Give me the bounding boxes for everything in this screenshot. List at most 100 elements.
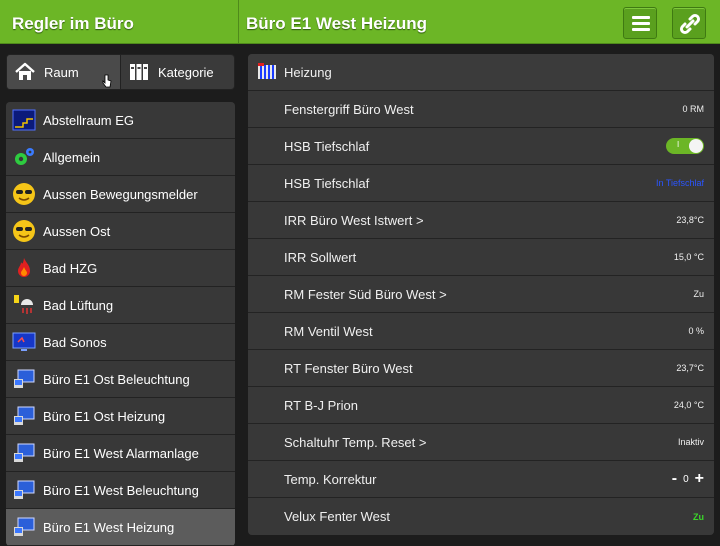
control-label: Schaltuhr Temp. Reset > bbox=[284, 434, 427, 450]
computer-icon bbox=[12, 441, 36, 465]
control-value: 0 RM bbox=[682, 104, 704, 114]
control-value: Inaktiv bbox=[677, 437, 704, 447]
control-value: Zu bbox=[693, 511, 704, 522]
control-row[interactable]: Velux Fenter West Zu bbox=[248, 498, 714, 535]
control-label: Velux Fenter West bbox=[284, 509, 390, 524]
gears-icon bbox=[12, 145, 36, 169]
control-label: Fenstergriff Büro West bbox=[284, 101, 414, 117]
stepper-value: 0 bbox=[683, 473, 689, 485]
room-item-abstellraum-eg[interactable]: Abstellraum EG bbox=[6, 102, 235, 139]
sidebar-filter: Raum Kategorie bbox=[6, 54, 235, 90]
control-value: 15,0 °C bbox=[673, 252, 704, 262]
control-row[interactable]: RT Fenster Büro West 23,7°C bbox=[248, 350, 714, 387]
room-tab[interactable]: Raum bbox=[7, 55, 120, 89]
room-item-label: Büro E1 West Heizung bbox=[43, 519, 175, 535]
control-label: RM Fester Süd Büro West > bbox=[284, 286, 447, 302]
category-header-label: Heizung bbox=[284, 64, 332, 80]
toggle-knob bbox=[689, 139, 703, 153]
computer-icon bbox=[12, 478, 36, 502]
sunglasses-smiley-icon bbox=[12, 219, 36, 243]
room-item-bad-sonos[interactable]: Bad Sonos bbox=[6, 324, 235, 361]
control-row[interactable]: IRR Sollwert 15,0 °C bbox=[248, 239, 714, 276]
binders-icon bbox=[130, 64, 148, 80]
control-list: Heizung Fenstergriff Büro West 0 RM HSB … bbox=[248, 54, 714, 535]
control-value: 23,8°C bbox=[676, 215, 704, 225]
room-item-label: Allgemein bbox=[43, 149, 101, 165]
category-tab-label: Kategorie bbox=[158, 64, 214, 80]
temp-correction-stepper: - 0 + bbox=[672, 470, 704, 488]
room-tab-label: Raum bbox=[44, 64, 79, 80]
panel-title: Regler im Büro bbox=[12, 14, 134, 33]
room-item-buero-e1-ost-heizung[interactable]: Büro E1 Ost Heizung bbox=[6, 398, 235, 435]
control-label: HSB Tiefschlaf bbox=[284, 138, 370, 154]
control-label: RM Ventil West bbox=[284, 323, 373, 339]
shower-icon bbox=[12, 293, 36, 317]
control-row[interactable]: RM Ventil West 0 % bbox=[248, 313, 714, 350]
control-label: IRR Büro West Istwert > bbox=[284, 212, 424, 228]
control-label: Temp. Korrektur bbox=[284, 471, 377, 487]
room-item-aussen-bewegungsmelder[interactable]: Aussen Bewegungsmelder bbox=[6, 176, 235, 213]
room-item-label: Abstellraum EG bbox=[43, 112, 135, 128]
control-value: Zu bbox=[693, 289, 704, 299]
home-icon bbox=[15, 62, 35, 80]
control-row[interactable]: Schaltuhr Temp. Reset > Inaktiv bbox=[248, 424, 714, 461]
control-label: HSB Tiefschlaf bbox=[284, 175, 370, 191]
toggle-label: I bbox=[677, 140, 680, 149]
menu-button[interactable] bbox=[623, 7, 657, 39]
room-item-label: Aussen Ost bbox=[43, 223, 111, 239]
control-value: 23,7°C bbox=[676, 363, 704, 373]
room-item-bad-hzg[interactable]: Bad HZG bbox=[6, 250, 235, 287]
radiator-icon bbox=[256, 61, 278, 83]
control-row[interactable]: RM Fester Süd Büro West > Zu bbox=[248, 276, 714, 313]
sunglasses-smiley-icon bbox=[12, 182, 36, 206]
control-row[interactable]: RT B-J Prion 24,0 °C bbox=[248, 387, 714, 424]
room-item-buero-e1-ost-beleuchtung[interactable]: Büro E1 Ost Beleuchtung bbox=[6, 361, 235, 398]
view-segment-control: Raum Kategorie bbox=[6, 54, 235, 90]
flame-icon bbox=[12, 256, 36, 280]
room-item-label: Bad Sonos bbox=[43, 334, 107, 350]
title-divider bbox=[238, 0, 239, 44]
control-label: RT B-J Prion bbox=[284, 397, 358, 413]
control-row[interactable]: HSB Tiefschlaf I bbox=[248, 128, 714, 165]
decrement-button[interactable]: - bbox=[672, 470, 677, 488]
room-item-label: Bad Lüftung bbox=[43, 297, 114, 313]
tiefschlaf-toggle[interactable]: I bbox=[666, 138, 704, 154]
room-item-label: Büro E1 Ost Heizung bbox=[43, 408, 166, 424]
top-bar: Regler im Büro Büro E1 West Heizung bbox=[0, 0, 720, 44]
page-title: Büro E1 West Heizung bbox=[246, 14, 428, 33]
control-row[interactable]: Fenstergriff Büro West 0 RM bbox=[248, 91, 714, 128]
room-item-allgemein[interactable]: Allgemein bbox=[6, 139, 235, 176]
link-button[interactable] bbox=[672, 7, 706, 39]
control-label: IRR Sollwert bbox=[284, 249, 357, 265]
room-item-aussen-ost[interactable]: Aussen Ost bbox=[6, 213, 235, 250]
control-label: RT Fenster Büro West bbox=[284, 360, 413, 376]
control-value: In Tiefschlaf bbox=[655, 178, 704, 188]
hamburger-icon-line bbox=[632, 28, 650, 31]
room-item-label: Büro E1 West Beleuchtung bbox=[43, 482, 199, 498]
computer-icon bbox=[12, 404, 36, 428]
hamburger-icon-line bbox=[632, 22, 650, 25]
room-item-buero-e1-west-heizung[interactable]: Büro E1 West Heizung bbox=[6, 509, 235, 546]
room-item-label: Büro E1 Ost Beleuchtung bbox=[43, 371, 190, 387]
room-item-label: Bad HZG bbox=[43, 260, 98, 276]
cursor-icon bbox=[102, 74, 112, 88]
control-row: Temp. Korrektur - 0 + bbox=[248, 461, 714, 498]
control-value: 24,0 °C bbox=[673, 400, 704, 410]
computer-icon bbox=[12, 367, 36, 391]
hamburger-icon bbox=[632, 16, 650, 19]
control-value: 0 % bbox=[688, 326, 704, 336]
category-header: Heizung bbox=[248, 54, 714, 91]
increment-button[interactable]: + bbox=[695, 470, 704, 488]
category-tab[interactable]: Kategorie bbox=[120, 55, 234, 89]
control-row[interactable]: IRR Büro West Istwert > 23,8°C bbox=[248, 202, 714, 239]
room-item-label: Büro E1 West Alarmanlage bbox=[43, 445, 199, 461]
tv-monitor-icon bbox=[12, 330, 36, 354]
room-item-bad-lueftung[interactable]: Bad Lüftung bbox=[6, 287, 235, 324]
room-item-buero-e1-west-beleuchtung[interactable]: Büro E1 West Beleuchtung bbox=[6, 472, 235, 509]
control-row[interactable]: HSB Tiefschlaf In Tiefschlaf bbox=[248, 165, 714, 202]
link-icon bbox=[679, 13, 701, 35]
room-list: Abstellraum EG Allgemein Aussen Bewegung… bbox=[6, 102, 235, 546]
room-item-buero-e1-west-alarmanlage[interactable]: Büro E1 West Alarmanlage bbox=[6, 435, 235, 472]
storage-room-icon bbox=[12, 108, 36, 132]
computer-icon bbox=[12, 515, 36, 539]
